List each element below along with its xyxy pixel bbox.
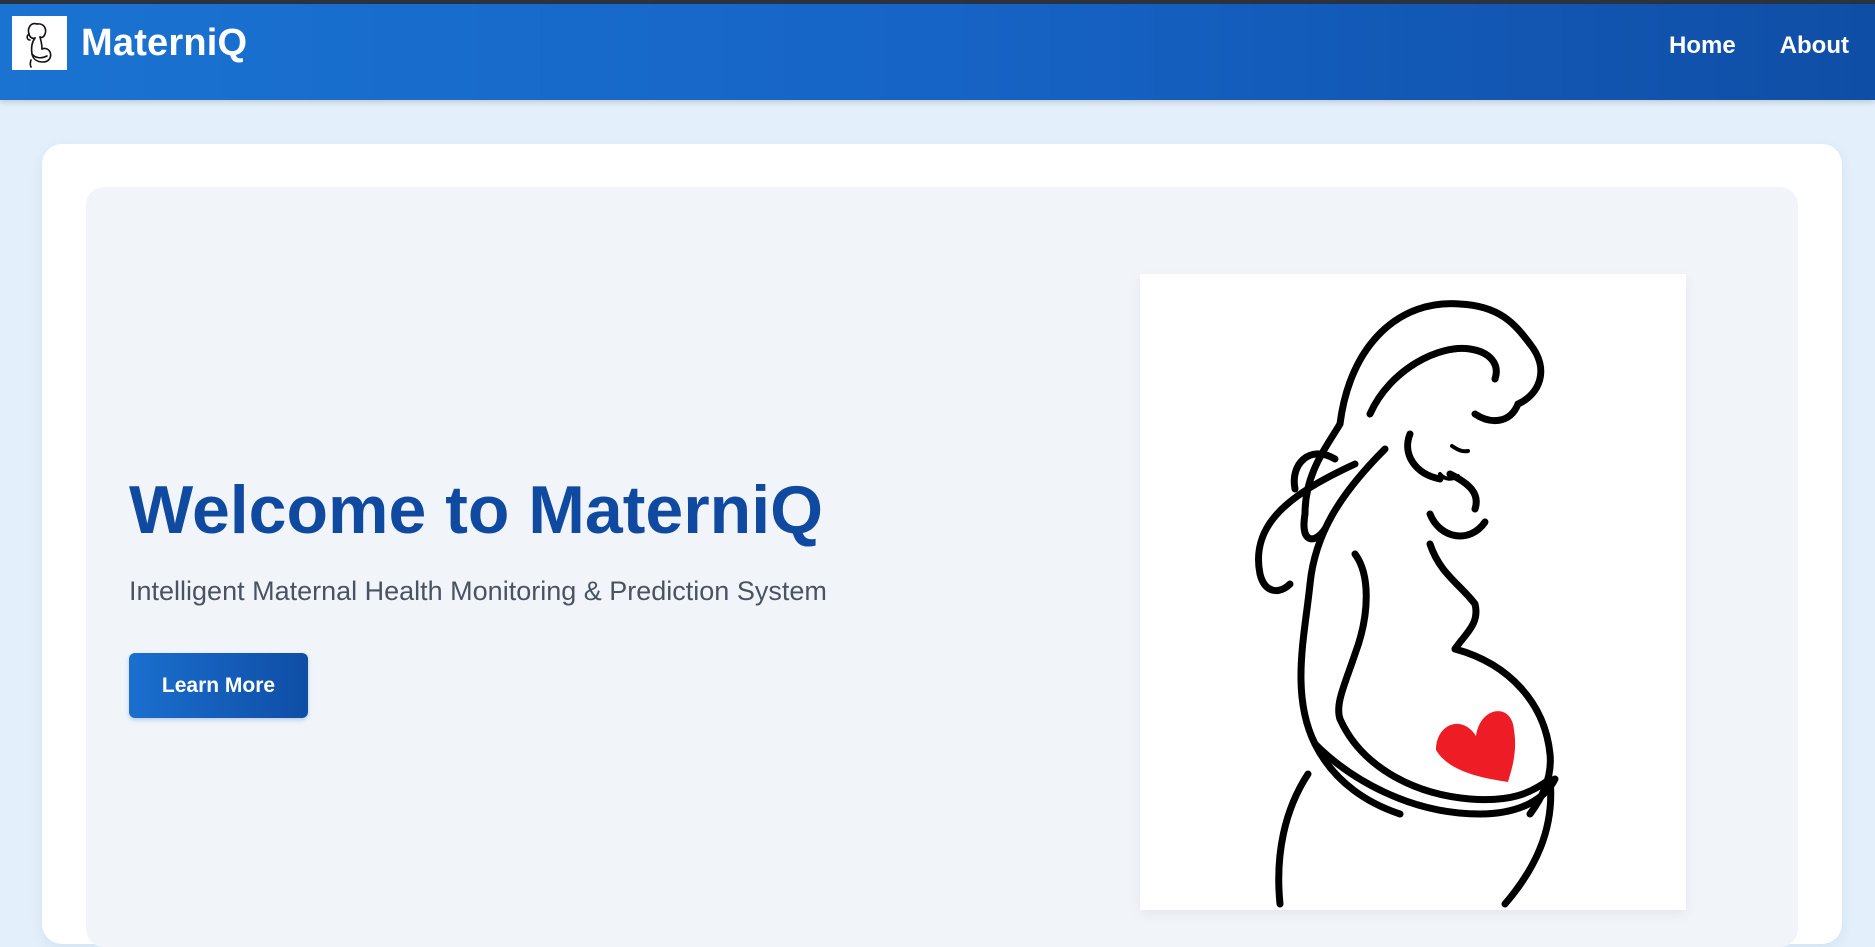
brand[interactable]: MaterniQ <box>12 16 247 70</box>
nav-link-about[interactable]: About <box>1780 26 1849 66</box>
learn-more-button[interactable]: Learn More <box>129 653 308 718</box>
hero-title: Welcome to MaterniQ <box>129 472 823 548</box>
navbar: MaterniQ Home About <box>0 4 1875 100</box>
pregnant-woman-icon <box>12 16 67 70</box>
nav-link-home[interactable]: Home <box>1669 26 1736 66</box>
brand-name: MaterniQ <box>81 22 248 64</box>
hero-subtitle: Intelligent Maternal Health Monitoring &… <box>129 576 827 606</box>
pregnant-woman-heart-illustration <box>1140 274 1686 910</box>
nav-links: Home About <box>1625 26 1849 66</box>
